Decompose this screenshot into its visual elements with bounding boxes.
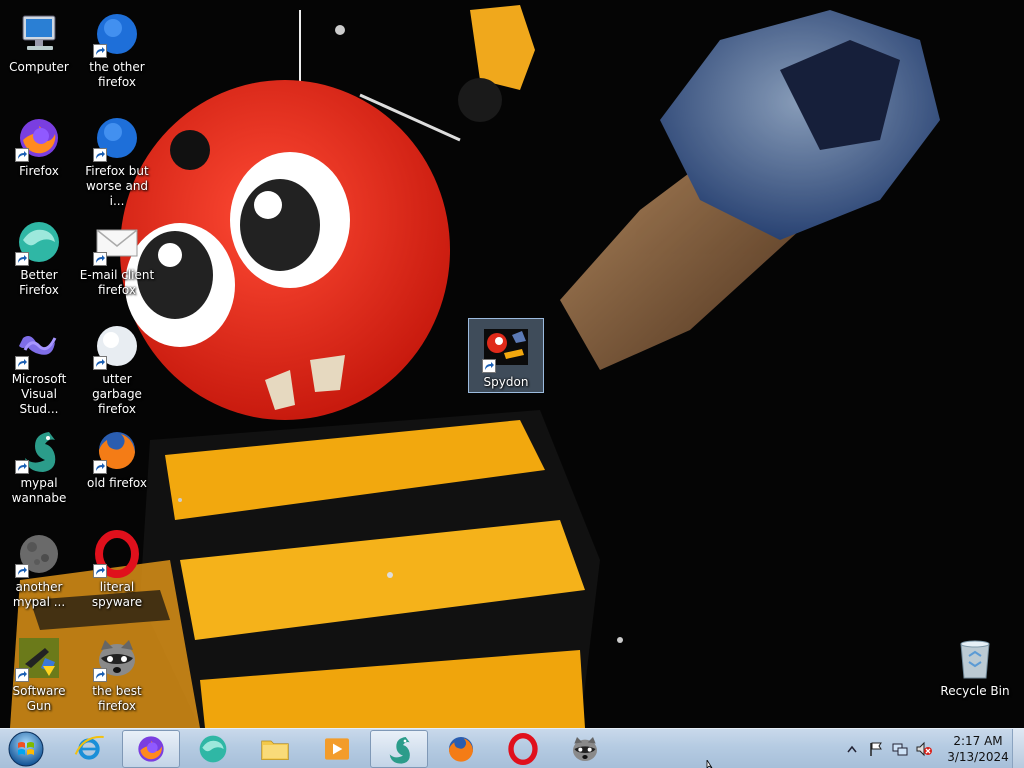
shortcut-arrow-icon [93, 356, 107, 370]
windows-orb-icon [8, 731, 44, 767]
network-icon[interactable] [890, 739, 910, 759]
desktop-icon-label: Microsoft Visual Stud... [11, 372, 67, 416]
system-clock[interactable]: 2:17 AM 3/13/2024 [946, 733, 1010, 765]
desktop-icon-literal-spyware[interactable]: literal spyware [78, 524, 156, 610]
taskbar-button-media-player[interactable] [308, 730, 366, 768]
desktop-icon-the-best-firefox[interactable]: the best firefox [78, 628, 156, 714]
clock-time: 2:17 AM [953, 734, 1003, 748]
taskbar-button-opera[interactable] [494, 730, 552, 768]
shortcut-arrow-icon [93, 564, 107, 578]
desktop-icon-label: Spydon [483, 375, 529, 389]
desktop-icon-e-mail-client-firefox[interactable]: E-mail client firefox [78, 212, 156, 298]
desktop-icon-label: Computer [9, 60, 69, 74]
computer-icon [22, 15, 56, 50]
shortcut-arrow-icon [93, 44, 107, 58]
desktop-icon-label: the best firefox [92, 684, 142, 713]
volume-muted-icon[interactable] [914, 739, 934, 759]
shortcut-arrow-icon [15, 252, 29, 266]
desktop-icon-mypal-wannabe[interactable]: mypal wannabe [0, 420, 78, 506]
desktop-icon-computer[interactable]: Computer [0, 4, 78, 75]
desktop-icon-label: utter garbage firefox [92, 372, 142, 416]
taskbar-button-file-explorer[interactable] [246, 730, 304, 768]
shortcut-arrow-icon [15, 460, 29, 474]
opera-icon [508, 733, 538, 765]
shortcut-arrow-icon [15, 668, 29, 682]
start-button[interactable] [4, 730, 48, 768]
shortcut-arrow-icon [93, 148, 107, 162]
dragon-icon [389, 737, 410, 764]
shortcut-arrow-icon [15, 564, 29, 578]
internet-explorer-icon [74, 735, 104, 760]
desktop-icon-label: mypal wannabe [11, 476, 67, 505]
shortcut-arrow-icon [482, 359, 496, 373]
desktop-icon-utter-garbage-firefox[interactable]: utter garbage firefox [78, 316, 156, 417]
notification-area: 2:17 AM 3/13/2024 [840, 729, 1010, 768]
desktop-icon-microsoft-visual-stud[interactable]: Microsoft Visual Stud... [0, 316, 78, 417]
taskbar-button-old-firefox[interactable] [432, 730, 490, 768]
desktop-icon-label: E-mail client firefox [79, 268, 155, 297]
action-center-flag-icon[interactable] [866, 739, 886, 759]
shortcut-arrow-icon [15, 148, 29, 162]
desktop-icon-spydon[interactable]: Spydon [468, 318, 544, 393]
taskbar: 2:17 AM 3/13/2024 [0, 728, 1024, 768]
desktop-icon-software-gun[interactable]: Software Gun [0, 628, 78, 714]
desktop-icon-label: Software Gun [12, 684, 66, 713]
desktop-icon-better-firefox[interactable]: Better Firefox [0, 212, 78, 298]
desktop-icon-label: Recycle Bin [940, 684, 1010, 698]
firefox-icon [138, 736, 164, 762]
taskbar-button-mypal[interactable] [370, 730, 428, 768]
shortcut-arrow-icon [15, 356, 29, 370]
show-hidden-icons-icon[interactable] [842, 739, 862, 759]
shortcut-arrow-icon [93, 252, 107, 266]
folder-icon [261, 740, 289, 760]
raccoon-icon [573, 737, 597, 761]
show-desktop-button[interactable] [1012, 729, 1024, 768]
desktop-icon-the-other-firefox[interactable]: the other firefox [78, 4, 156, 90]
teal-globe-icon [199, 735, 227, 763]
desktop-icon-label: old firefox [86, 476, 148, 490]
desktop-icon-label: literal spyware [91, 580, 143, 609]
media-player-icon [325, 738, 349, 760]
desktop-icon-label: Better Firefox [19, 268, 59, 297]
old-firefox-icon [448, 737, 473, 762]
desktop-icon-firefox[interactable]: Firefox [0, 108, 78, 179]
shortcut-arrow-icon [93, 668, 107, 682]
taskbar-button-raccoon[interactable] [556, 730, 614, 768]
mouse-cursor-icon [706, 760, 713, 768]
taskbar-button-better-firefox[interactable] [184, 730, 242, 768]
desktop-icon-label: Firefox [19, 164, 59, 178]
recycle-bin-icon [960, 640, 990, 679]
desktop-icon-label: Firefox but worse and i... [85, 164, 149, 208]
desktop-icon-label: another mypal ... [12, 580, 66, 609]
desktop-icon-recycle-bin[interactable]: Recycle Bin [936, 628, 1014, 699]
desktop-icon-firefox-but-worse-and-i[interactable]: Firefox but worse and i... [78, 108, 156, 209]
taskbar-button-firefox[interactable] [122, 730, 180, 768]
desktop-icon-label: the other firefox [89, 60, 145, 89]
shortcut-arrow-icon [93, 460, 107, 474]
clock-date: 3/13/2024 [947, 750, 1009, 764]
taskbar-button-internet-explorer[interactable] [60, 730, 118, 768]
desktop-icon-another-mypal[interactable]: another mypal ... [0, 524, 78, 610]
desktop-icon-old-firefox[interactable]: old firefox [78, 420, 156, 491]
